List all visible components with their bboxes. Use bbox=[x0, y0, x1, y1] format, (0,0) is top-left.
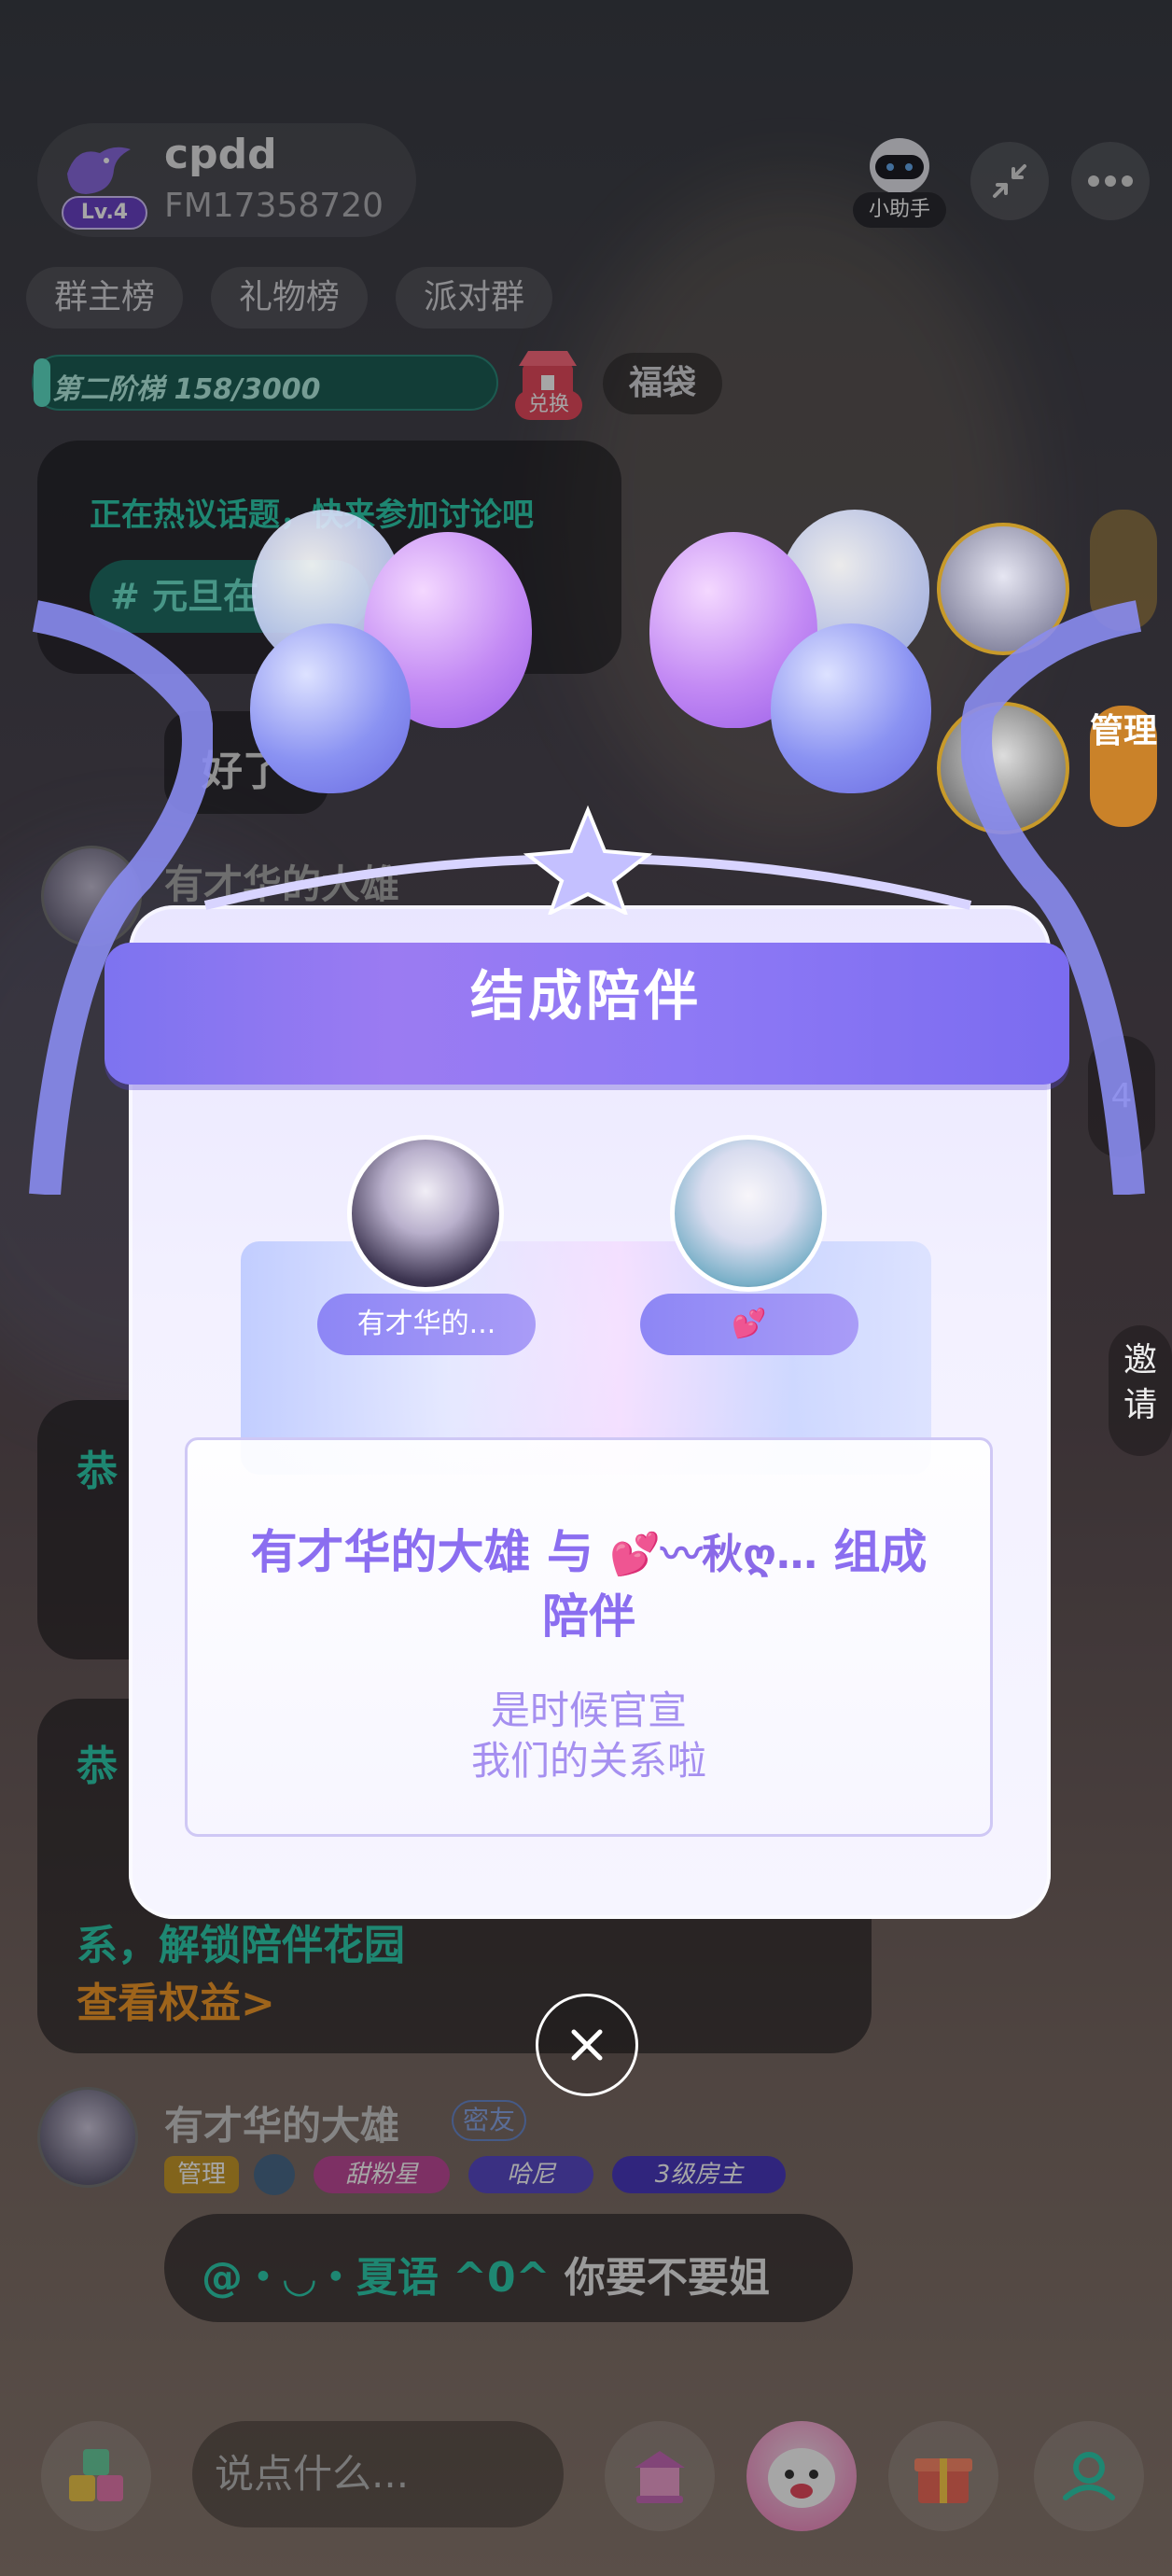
companion-message: 有才华的大雄 与 💕〰秋ღ… 组成 陪伴 bbox=[185, 1521, 993, 1647]
modal-title: 结成陪伴 bbox=[469, 964, 702, 1028]
message-part-d: 陪伴 bbox=[542, 1589, 635, 1644]
close-button[interactable] bbox=[536, 1994, 638, 2096]
user-left-name: 有才华的... bbox=[317, 1294, 536, 1355]
user-right-avatar[interactable] bbox=[670, 1135, 827, 1292]
invite-button[interactable]: 邀请 bbox=[1109, 1325, 1172, 1456]
balloon-decoration bbox=[771, 623, 931, 793]
subtitle-line-1: 是时候官宣 bbox=[490, 1687, 687, 1733]
message-part-c: 组成 bbox=[817, 1525, 928, 1579]
subtitle-line-2: 我们的关系啦 bbox=[470, 1738, 706, 1784]
message-part-a: 有才华的大雄 与 bbox=[250, 1525, 610, 1579]
partner-name: 💕〰秋ღ… bbox=[609, 1531, 818, 1578]
user-left-avatar[interactable] bbox=[347, 1135, 504, 1292]
balloon-decoration bbox=[250, 623, 411, 793]
companion-subtitle: 是时候官宣 我们的关系啦 bbox=[185, 1686, 993, 1786]
crystal-crown-decoration bbox=[203, 805, 972, 915]
close-icon bbox=[571, 2029, 603, 2061]
user-right-name: 💕 bbox=[640, 1294, 858, 1355]
